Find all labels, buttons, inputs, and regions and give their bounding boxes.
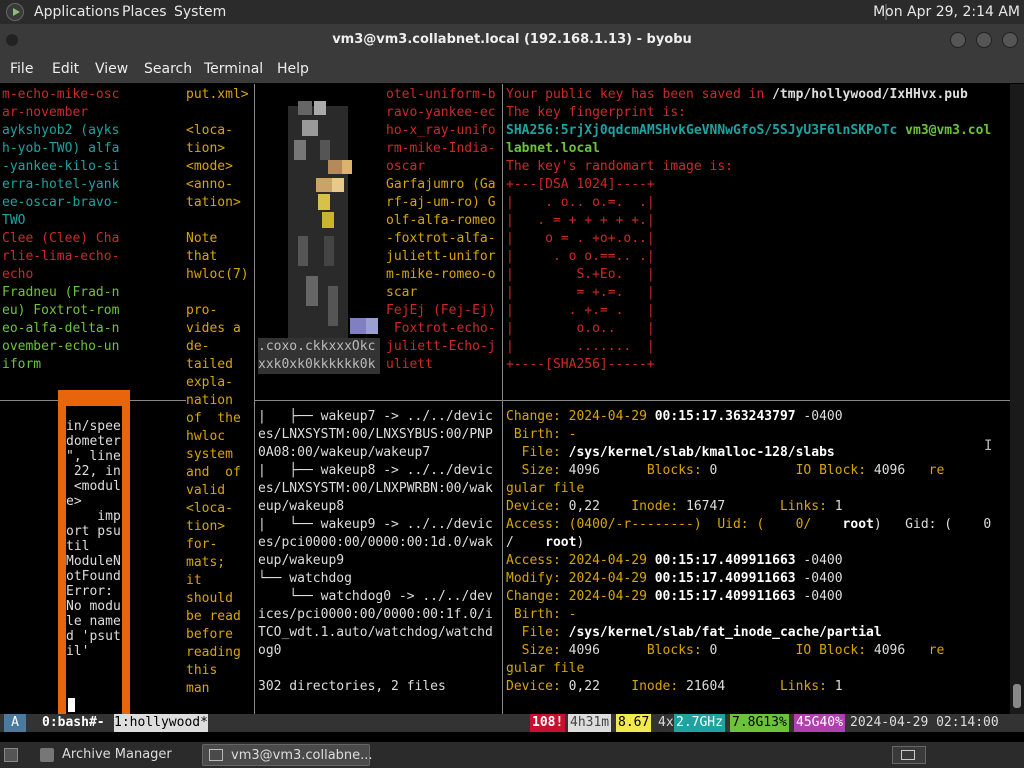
task-label: vm3@vm3.collabne... (231, 748, 373, 763)
task-archive-manager[interactable]: Archive Manager (36, 744, 196, 766)
scrollbar-thumb[interactable] (1013, 684, 1021, 708)
window-titlebar[interactable]: vm3@vm3.collabnet.local (192.168.1.13) -… (0, 24, 1024, 56)
terminal-menubar: File Edit View Search Terminal Help (0, 56, 1024, 83)
status-datetime: 2024-04-29 02:14:00 (850, 715, 999, 730)
status-updates: 108! (530, 714, 566, 732)
top-panel: Applications Places System Mon Apr 29, 2… (0, 0, 1024, 24)
status-load: 8.67 (616, 714, 652, 732)
ascii-art-image (258, 101, 380, 374)
status-disk: 45G40% (794, 714, 845, 732)
status-cpu-freq: 2.7GHz (674, 714, 725, 732)
task-terminal[interactable]: vm3@vm3.collabne... (202, 744, 373, 766)
maximize-icon[interactable] (976, 32, 992, 48)
pane-tree: | ├── wakeup7 -> ../../devic es/LNXSYSTM… (258, 408, 502, 714)
nato-names-text: otel-uniform-b ravo-yankee-ec ho-x_ray-u… (386, 87, 496, 372)
divider (254, 400, 1010, 401)
window-title: vm3@vm3.collabnet.local (192.168.1.13) -… (332, 32, 692, 47)
cursor (68, 698, 75, 712)
pane-manual: put.xml> <loca- tion> <mode> <anno- tati… (186, 86, 254, 696)
minimize-icon[interactable] (950, 32, 966, 48)
pane-left-top-text: m-echo-mike-osc ar-november aykshyob2 (a… (2, 87, 120, 372)
menu-help[interactable]: Help (277, 61, 309, 77)
divider (502, 84, 503, 714)
menu-terminal[interactable]: Terminal (204, 61, 263, 77)
pane-stat: Change: 2024-04-29 00:15:17.363243797 -0… (506, 408, 1006, 714)
pane-ssh-keygen: Your public key has been saved in /tmp/h… (506, 86, 1006, 376)
status-memory: 7.8G13% (730, 714, 789, 732)
manual-text: put.xml> <loca- tion> <mode> <anno- tati… (186, 87, 249, 696)
show-desktop-icon[interactable] (4, 748, 18, 762)
clock[interactable]: Mon Apr 29, 2:14 AM (873, 4, 1020, 20)
workspace-switcher[interactable] (892, 746, 926, 764)
archive-manager-icon (40, 748, 54, 762)
terminal-area[interactable]: m-echo-mike-osc ar-november aykshyob2 (a… (0, 84, 1010, 714)
menu-search[interactable]: Search (144, 61, 192, 77)
tree-text: | ├── wakeup7 -> ../../devic es/LNXSYSTM… (258, 409, 493, 694)
byobu-status-bar: A 0:bash#- 1:hollywood* 108! 4h31m 8.67 … (0, 714, 1024, 732)
menu-edit[interactable]: Edit (52, 61, 79, 77)
status-session: A (4, 714, 26, 732)
pane-ascii-art: .coxo.ckkxxxOkc xxk0xk0kkkkkk0k (258, 86, 380, 376)
window-menu-icon[interactable] (6, 34, 18, 46)
status-uptime: 4h31m (568, 714, 612, 732)
distro-logo-icon[interactable] (6, 3, 24, 21)
status-cpu-count: 4x (658, 715, 674, 730)
window-tab-hollywood[interactable]: 1:hollywood* (114, 714, 208, 732)
menu-system[interactable]: System (174, 4, 226, 20)
ssh-keygen-text: Your public key has been saved in /tmp/h… (506, 87, 992, 372)
speedometer-pane: in/spee dometer ", line 22, in <modul e>… (58, 390, 130, 714)
pane-nato-names: otel-uniform-b ravo-yankee-ec ho-x_ray-u… (386, 86, 500, 376)
stat-text: Change: 2024-04-29 00:15:17.363243797 -0… (506, 409, 992, 694)
terminal-icon (209, 749, 223, 761)
scrollbar[interactable] (1010, 84, 1024, 714)
pane-left-top: m-echo-mike-osc ar-november aykshyob2 (a… (2, 86, 128, 376)
text-cursor-icon: I (984, 438, 993, 454)
bottom-panel: Archive Manager vm3@vm3.collabne... (0, 742, 1024, 768)
divider (254, 84, 255, 714)
window-tab-bash[interactable]: 0:bash#- (42, 714, 105, 732)
ascii-art-caption: .coxo.ckkxxxOkc xxk0xk0kkkkkk0k (258, 339, 376, 372)
menu-view[interactable]: View (95, 61, 128, 77)
close-icon[interactable] (1002, 32, 1018, 48)
menu-places[interactable]: Places (122, 4, 167, 20)
menu-applications[interactable]: Applications (34, 4, 120, 20)
traceback-text: in/spee dometer ", line 22, in <modul e>… (66, 419, 121, 659)
task-label: Archive Manager (62, 747, 172, 762)
menu-file[interactable]: File (10, 61, 33, 77)
